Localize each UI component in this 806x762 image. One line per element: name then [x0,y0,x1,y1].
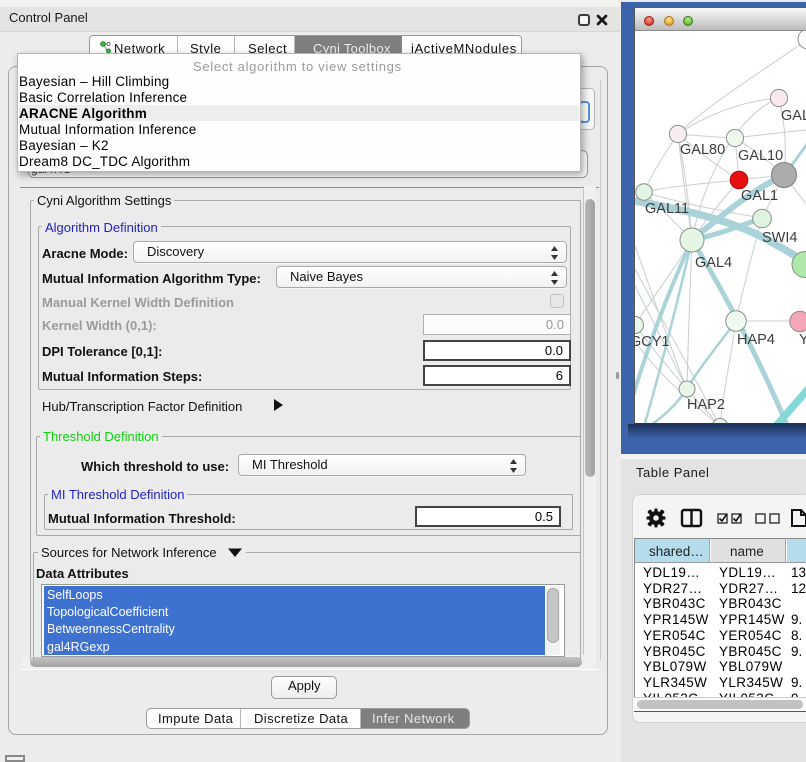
svg-text:HAP4: HAP4 [737,332,775,348]
svg-text:GAL11: GAL11 [645,201,689,217]
svg-text:HAP2: HAP2 [687,397,725,413]
svg-text:GAL10: GAL10 [738,148,783,164]
svg-text:Y: Y [799,332,806,348]
svg-text:GAL4: GAL4 [695,255,732,271]
svg-text:GAL7: GAL7 [781,108,806,124]
svg-text:GCY1: GCY1 [635,334,670,350]
svg-text:SWI4: SWI4 [762,230,797,246]
svg-text:GAL80: GAL80 [680,142,725,158]
svg-text:GAL1: GAL1 [741,188,778,204]
